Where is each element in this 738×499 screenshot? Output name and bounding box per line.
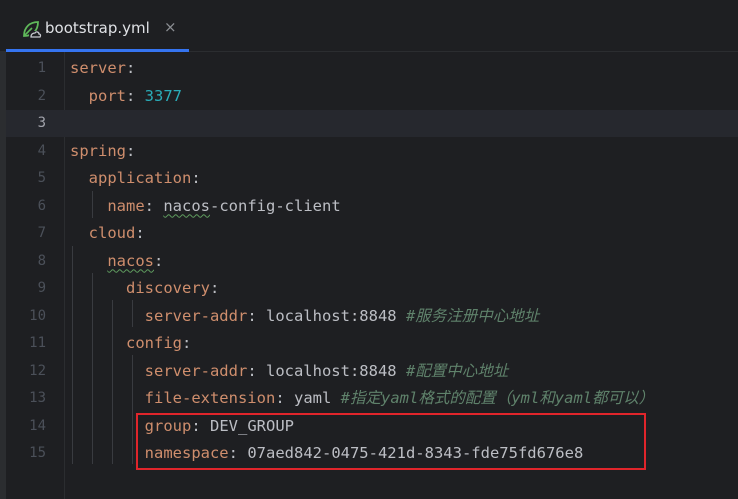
code-line-11[interactable]: 11 config: xyxy=(6,330,738,357)
code-line-5[interactable]: 5 application: xyxy=(6,165,738,192)
indent-guide xyxy=(132,300,133,327)
code-line-9[interactable]: 9 discovery: xyxy=(6,275,738,302)
line-number: 7 xyxy=(37,225,46,241)
code-token: : xyxy=(154,251,164,270)
code-line-4[interactable]: 4 spring: xyxy=(6,138,738,165)
line-number: 6 xyxy=(37,197,46,214)
code-token: : xyxy=(210,279,220,297)
line-number: 15 xyxy=(29,445,46,461)
code-token: file-extension xyxy=(144,389,276,407)
code-line-8[interactable]: 8 nacos: xyxy=(6,248,738,275)
code-editor[interactable]: 1 server: 2 port: 3377 3 4 spring: 5 applicati… xyxy=(0,52,738,499)
indent-guide xyxy=(92,191,93,218)
editor-tab-bar: bootstrap.yml × xyxy=(0,0,738,52)
indent-guide xyxy=(92,273,93,464)
code-line-6[interactable]: 6 name: nacos-config-client xyxy=(6,193,738,220)
code-token: : xyxy=(191,169,201,187)
code-token: -config-client xyxy=(210,196,341,215)
code-line-12[interactable]: 12 server-addr: localhost:8848 #配置中心地址 xyxy=(6,358,738,385)
code-line-7[interactable]: 7 cloud: xyxy=(6,220,738,247)
line-number: 8 xyxy=(37,252,46,269)
line-number: 2 xyxy=(37,87,46,104)
code-token: #指定yaml格式的配置（yml和yaml都可以） xyxy=(340,389,655,407)
line-code: config: xyxy=(70,330,191,357)
code-token: spring xyxy=(70,141,126,160)
code-token: nacos xyxy=(163,196,210,215)
line-number: 10 xyxy=(29,307,46,324)
line-code: nacos: xyxy=(70,248,163,275)
code-line-10[interactable]: 10 server-addr: localhost:8848 #服务注册中心地址 xyxy=(6,303,738,330)
code-token: #服务注册中心地址 xyxy=(405,306,540,325)
code-token: : xyxy=(126,59,136,77)
code-token: : xyxy=(126,86,145,105)
line-code: server: xyxy=(70,55,135,82)
code-line-2[interactable]: 2 port: 3377 xyxy=(6,83,738,110)
code-token: : xyxy=(247,306,266,325)
code-token: : xyxy=(144,196,164,215)
code-line-1[interactable]: 1 server: xyxy=(6,55,738,82)
code-line-3[interactable]: 3 xyxy=(6,110,738,137)
code-token: name xyxy=(107,196,145,215)
line-number: 1 xyxy=(37,60,46,76)
code-token: : xyxy=(126,141,136,160)
code-token: config xyxy=(126,334,182,352)
code-token: server xyxy=(70,59,126,77)
close-icon[interactable]: × xyxy=(164,17,177,37)
code-token: server-addr xyxy=(144,306,248,325)
spring-leaf-icon xyxy=(23,21,42,39)
code-token: discovery xyxy=(126,279,210,297)
line-code: server-addr: localhost:8848 #配置中心地址 xyxy=(70,358,509,385)
indent-guide xyxy=(132,355,133,464)
line-number: 13 xyxy=(29,390,46,406)
line-code: server-addr: localhost:8848 #服务注册中心地址 xyxy=(70,303,540,330)
code-token: cloud xyxy=(88,224,136,242)
line-number: 14 xyxy=(29,417,46,434)
code-token: : xyxy=(182,334,192,352)
line-code: application: xyxy=(70,165,201,192)
line-code: cloud: xyxy=(70,220,145,247)
line-number: 9 xyxy=(37,280,46,296)
line-number: 5 xyxy=(37,170,46,186)
code-line-13[interactable]: 13 file-extension: yaml #指定yaml格式的配置（yml… xyxy=(6,385,738,412)
code-token: : xyxy=(247,361,266,380)
line-number: 3 xyxy=(37,115,46,131)
indent-guide xyxy=(72,246,73,464)
code-token: localhost:8848 xyxy=(265,306,406,325)
line-code: port: 3377 xyxy=(70,83,182,110)
code-token: 3377 xyxy=(144,86,182,105)
code-token: : xyxy=(275,389,294,407)
highlight-box xyxy=(136,413,646,470)
line-code: name: nacos-config-client xyxy=(70,193,341,220)
code-token: : xyxy=(135,224,145,242)
code-token: port xyxy=(88,86,126,105)
line-number: 11 xyxy=(29,335,46,351)
code-token: server-addr xyxy=(144,361,248,380)
code-token: #配置中心地址 xyxy=(405,361,509,380)
tab-label: bootstrap.yml xyxy=(45,19,150,37)
line-code: file-extension: yaml #指定yaml格式的配置（yml和ya… xyxy=(70,385,654,412)
code-token: yaml xyxy=(293,389,341,407)
line-code: spring: xyxy=(70,138,135,165)
code-token: nacos xyxy=(107,251,154,270)
tab-bootstrap-yml[interactable]: bootstrap.yml × xyxy=(6,6,189,52)
indent-guide xyxy=(112,300,113,464)
code-token: application xyxy=(88,169,192,187)
line-number: 4 xyxy=(37,142,46,159)
code-token: localhost:8848 xyxy=(265,361,406,380)
line-number: 12 xyxy=(29,362,46,379)
